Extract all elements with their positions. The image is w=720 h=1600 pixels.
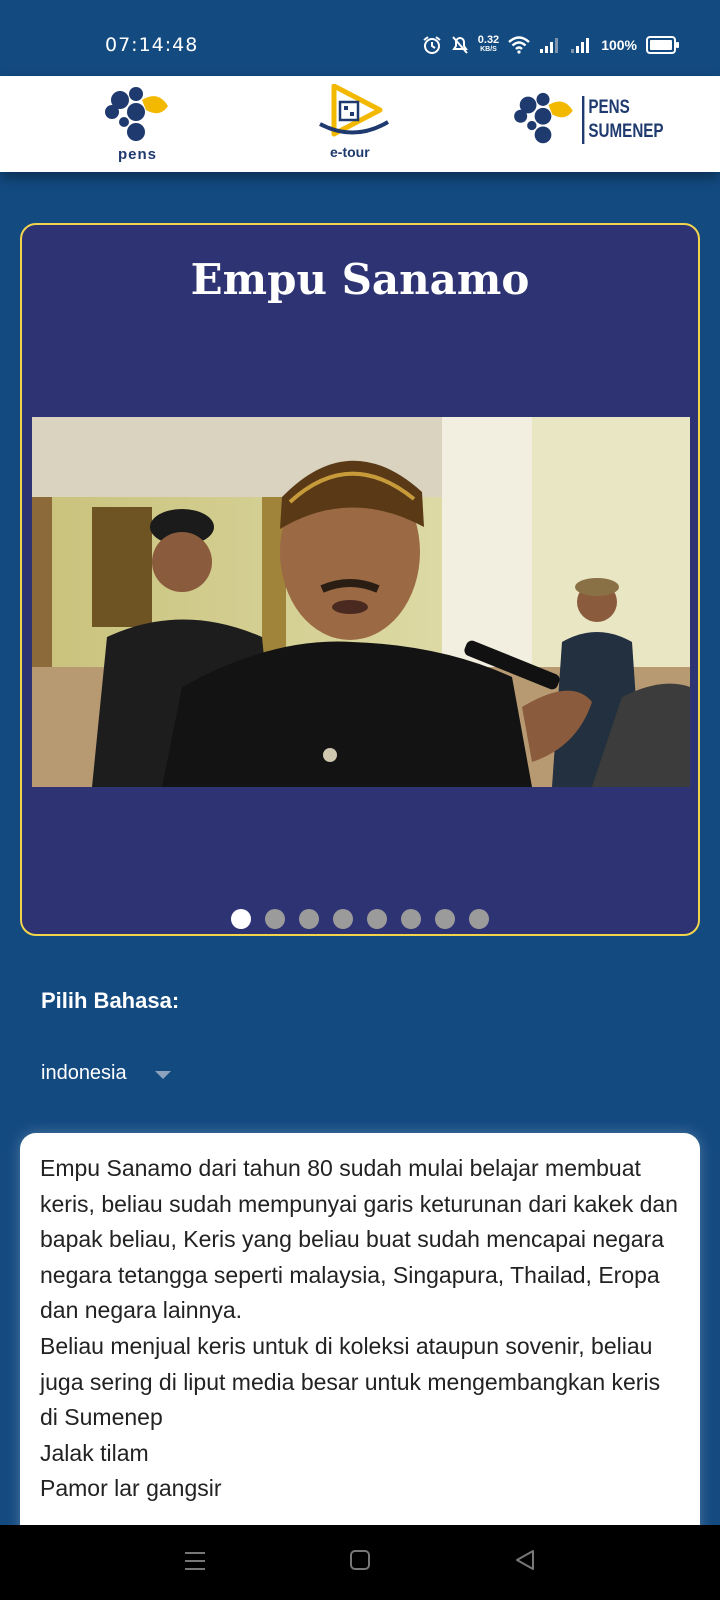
carousel-dot-4[interactable] <box>333 909 353 929</box>
network-speed-value: 0.32 <box>477 34 500 46</box>
language-selected-value: indonesia <box>41 1062 127 1084</box>
description-panel[interactable]: Empu Sanamo dari tahun 80 sudah mulai be… <box>20 1133 700 1553</box>
carousel-dot-6[interactable] <box>401 909 421 929</box>
pens-sumenep-line1: PENS <box>588 97 630 118</box>
network-speed: 0.32 KB/S <box>477 34 500 54</box>
image-carousel-card[interactable]: Empu Sanamo <box>20 223 700 936</box>
mute-bell-icon <box>451 36 468 54</box>
carousel-indicators <box>22 909 698 929</box>
system-nav-bar <box>0 1525 720 1600</box>
app-header: pens e-tour PENS SUMENEP <box>0 76 720 172</box>
pens-logo-text: pens <box>118 146 158 163</box>
carousel-dot-8[interactable] <box>469 909 489 929</box>
language-label: Pilih Bahasa: <box>41 988 180 1013</box>
signal-icon-2 <box>571 38 590 53</box>
status-bar: 07:14:48 0.32 KB/S 100% <box>0 0 720 76</box>
e-tour-logo: e-tour <box>318 83 390 160</box>
description-text: Empu Sanamo dari tahun 80 sudah mulai be… <box>40 1155 678 1502</box>
carousel-dot-2[interactable] <box>265 909 285 929</box>
pens-logo: pens <box>100 86 172 163</box>
chevron-down-icon <box>154 1070 171 1079</box>
battery-percent: 100% <box>601 37 637 53</box>
e-tour-logo-text: e-tour <box>330 144 370 160</box>
alarm-icon <box>423 36 441 54</box>
network-speed-unit: KB/S <box>480 46 497 53</box>
card-title: Empu Sanamo <box>190 255 530 304</box>
carousel-dot-7[interactable] <box>435 909 455 929</box>
language-dropdown[interactable]: indonesia <box>41 1062 171 1085</box>
wifi-icon <box>508 36 530 54</box>
carousel-dot-3[interactable] <box>299 909 319 929</box>
recent-apps-icon[interactable] <box>183 1549 207 1573</box>
pens-sumenep-line2: SUMENEP <box>588 121 664 142</box>
home-icon[interactable] <box>349 1549 371 1571</box>
carousel-dot-5[interactable] <box>367 909 387 929</box>
status-icons: 0.32 KB/S 100% <box>422 32 680 58</box>
battery-icon <box>646 36 679 54</box>
carousel-photo[interactable] <box>32 417 690 787</box>
status-time: 07:14:48 <box>105 34 199 56</box>
back-icon[interactable] <box>514 1549 536 1571</box>
signal-icon-1 <box>540 38 559 53</box>
pens-sumenep-logo: PENS SUMENEP <box>508 92 664 151</box>
pens-sumenep-logo-text: PENS SUMENEP <box>582 96 664 144</box>
carousel-dot-1[interactable] <box>231 909 251 929</box>
